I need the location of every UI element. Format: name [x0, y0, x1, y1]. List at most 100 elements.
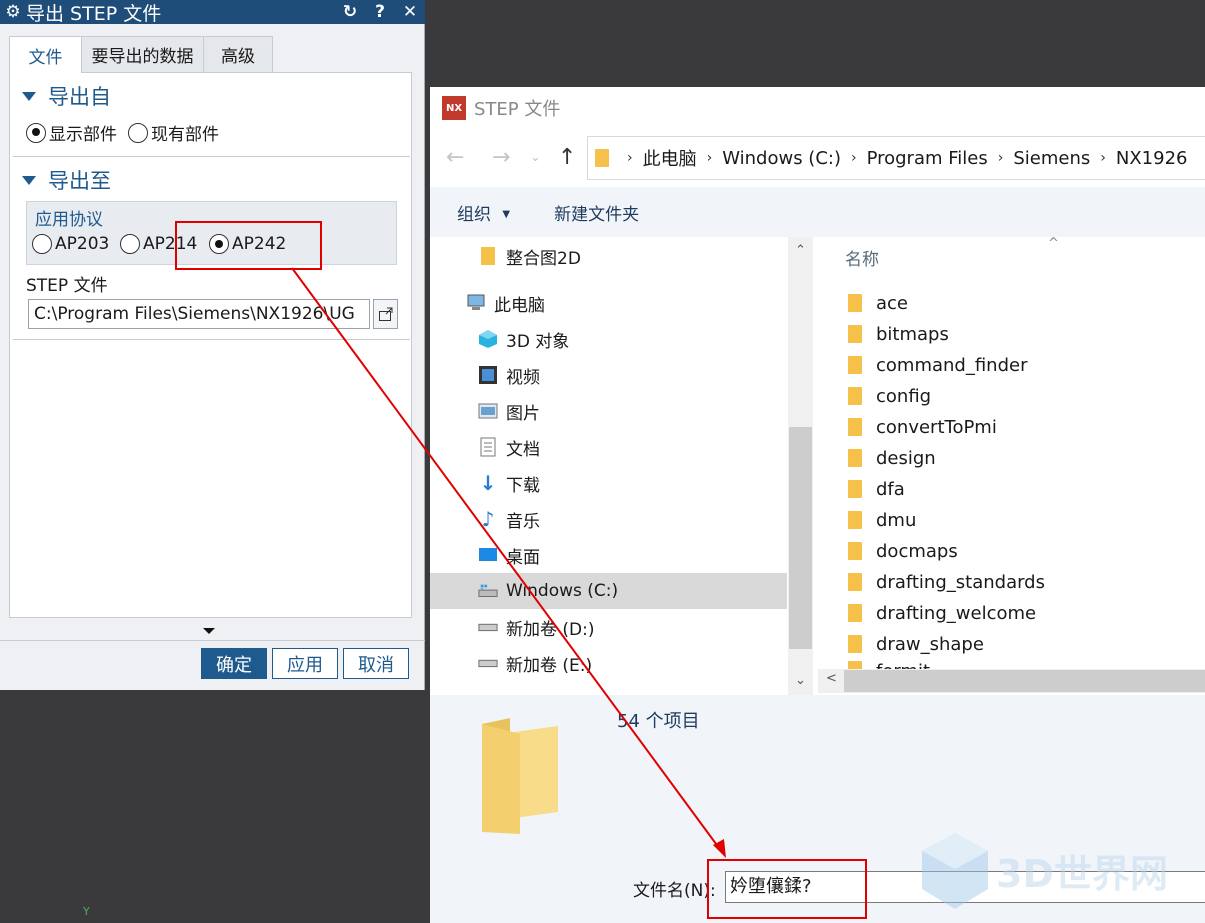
reset-icon[interactable]: ↻: [335, 2, 365, 22]
nav-item-desktop[interactable]: 桌面: [430, 537, 787, 573]
file-list-item[interactable]: ace: [848, 289, 908, 317]
nav-item-documents[interactable]: 文档: [430, 429, 787, 465]
scrollbar-thumb[interactable]: [789, 427, 812, 649]
file-list-pane: 名称 ^ ace bitmaps command_finder config conve…: [818, 236, 1205, 695]
expand-more-icon[interactable]: [203, 628, 215, 634]
nav-item-videos[interactable]: 视频: [430, 357, 787, 393]
file-dialog-title: STEP 文件: [474, 99, 561, 120]
radio-empty-icon: [120, 234, 140, 254]
file-list-item[interactable]: bitmaps: [848, 320, 949, 348]
chevron-right-icon[interactable]: ›: [1100, 150, 1106, 166]
nav-item-windows-c[interactable]: Windows (C:): [430, 573, 787, 609]
scroll-left-arrow-icon[interactable]: <: [826, 671, 837, 686]
section-export-from[interactable]: 导出自: [22, 81, 111, 111]
scroll-up-arrow-icon[interactable]: ⌃: [788, 243, 813, 258]
browse-folder-button[interactable]: [373, 299, 398, 329]
help-icon[interactable]: ?: [365, 2, 395, 22]
collapse-triangle-icon: [22, 175, 36, 185]
chevron-right-icon[interactable]: ›: [998, 150, 1004, 166]
step-file-path-input[interactable]: C:\Program Files\Siemens\NX1926\UG: [28, 299, 370, 329]
breadcrumb-program-files[interactable]: Program Files: [867, 148, 988, 169]
nav-item-this-pc[interactable]: 此电脑: [430, 285, 787, 321]
cancel-button[interactable]: 取消: [343, 648, 409, 679]
file-name: config: [876, 385, 932, 407]
forward-arrow-icon[interactable]: →: [492, 145, 510, 170]
file-tab-panel: 导出自 显示部件 现有部件 导出至 应用协议 AP203 AP214 AP242…: [9, 72, 412, 618]
nav-item-drive-e[interactable]: 新加卷 (E:): [430, 645, 787, 681]
export-step-dialog: ⚙ 导出 STEP 文件 ↻ ? ✕ 文件 要导出的数据 高级 导出自 显示部件…: [0, 0, 425, 690]
file-list-item[interactable]: docmaps: [848, 537, 958, 565]
horizontal-scrollbar[interactable]: <: [818, 669, 1205, 693]
folder-icon: [848, 418, 862, 436]
close-icon[interactable]: ✕: [395, 2, 425, 22]
desktop-icon: [478, 545, 498, 565]
file-list-item[interactable]: draw_shape: [848, 630, 984, 658]
nav-item-music[interactable]: ♪ 音乐: [430, 501, 787, 537]
file-name: command_finder: [876, 354, 1028, 376]
chevron-right-icon[interactable]: ›: [707, 150, 713, 166]
radio-display-part[interactable]: 显示部件: [26, 120, 117, 145]
nav-item-quick-access-folder[interactable]: 整合图2D: [430, 238, 787, 274]
dialog-title-bar: ⚙ 导出 STEP 文件 ↻ ? ✕: [0, 0, 425, 25]
tab-file[interactable]: 文件: [9, 36, 82, 73]
file-list-item[interactable]: drafting_welcome: [848, 599, 1036, 627]
folder-icon: [848, 635, 862, 653]
large-folder-icon: [482, 718, 558, 834]
organize-button[interactable]: 组织 ▼: [457, 200, 510, 225]
nav-item-pictures[interactable]: 图片: [430, 393, 787, 429]
nav-pane-scrollbar[interactable]: ⌃ ⌄: [788, 237, 813, 695]
breadcrumb-siemens[interactable]: Siemens: [1013, 148, 1090, 169]
breadcrumb-this-pc[interactable]: 此电脑: [643, 145, 697, 171]
radio-ap203-label: AP203: [55, 234, 110, 254]
chevron-right-icon[interactable]: ›: [627, 150, 633, 166]
new-folder-button[interactable]: 新建文件夹: [554, 200, 639, 225]
drive-icon: [478, 581, 498, 601]
radio-existing-part[interactable]: 现有部件: [128, 120, 219, 145]
nav-item-downloads[interactable]: ↓ 下载: [430, 465, 787, 501]
tab-advanced[interactable]: 高级: [203, 36, 273, 72]
file-list-item[interactable]: design: [848, 444, 936, 472]
folder-icon: [848, 511, 862, 529]
apply-button[interactable]: 应用: [272, 648, 338, 679]
file-list-item[interactable]: config: [848, 382, 931, 410]
nav-item-label: 3D 对象: [506, 331, 570, 352]
nx-logo-icon: NX: [442, 96, 466, 120]
section-export-to[interactable]: 导出至: [22, 165, 111, 195]
breadcrumb-nx1926[interactable]: NX1926: [1116, 148, 1188, 169]
radio-ap203[interactable]: AP203: [32, 234, 109, 254]
file-dialog-toolbar: 组织 ▼ 新建文件夹: [430, 187, 1205, 237]
divider: [13, 156, 410, 157]
file-list-item[interactable]: command_finder: [848, 351, 1028, 379]
scroll-down-arrow-icon[interactable]: ⌄: [788, 673, 813, 688]
dropdown-caret-icon: ▼: [502, 209, 511, 220]
ok-button[interactable]: 确定: [201, 648, 267, 679]
back-arrow-icon[interactable]: ←: [446, 145, 464, 170]
address-bar[interactable]: › 此电脑 › Windows (C:) › Program Files › S…: [587, 136, 1205, 180]
file-list-item[interactable]: drafting_standards: [848, 568, 1045, 596]
radio-empty-icon: [32, 234, 52, 254]
item-count: 54 个项目: [617, 711, 700, 732]
file-name: docmaps: [876, 540, 958, 562]
file-name: bitmaps: [876, 323, 949, 345]
file-list-item[interactable]: convertToPmi: [848, 413, 997, 441]
chevron-right-icon[interactable]: ›: [851, 150, 857, 166]
nav-item-label: 新加卷 (D:): [506, 619, 595, 640]
tab-data-to-export[interactable]: 要导出的数据: [81, 36, 204, 72]
file-list-item[interactable]: dfa: [848, 475, 905, 503]
folder-icon: [595, 149, 609, 167]
music-icon: ♪: [481, 507, 495, 531]
recent-locations-chevron-icon[interactable]: ⌄: [530, 150, 541, 165]
up-arrow-icon[interactable]: ↑: [558, 145, 576, 170]
watermark-cube-icon: [922, 832, 988, 909]
divider: [13, 339, 410, 340]
folder-icon: [848, 387, 862, 405]
scrollbar-thumb[interactable]: [844, 670, 1205, 692]
gear-icon[interactable]: ⚙: [0, 2, 26, 22]
nav-item-label: 文档: [506, 439, 540, 460]
breadcrumb-windows-c[interactable]: Windows (C:): [722, 148, 841, 169]
column-header-name[interactable]: 名称: [845, 245, 879, 270]
file-list-item[interactable]: dmu: [848, 506, 916, 534]
nav-item-3d-objects[interactable]: 3D 对象: [430, 321, 787, 357]
nav-item-drive-d[interactable]: 新加卷 (D:): [430, 609, 787, 645]
file-name: convertToPmi: [876, 416, 997, 438]
